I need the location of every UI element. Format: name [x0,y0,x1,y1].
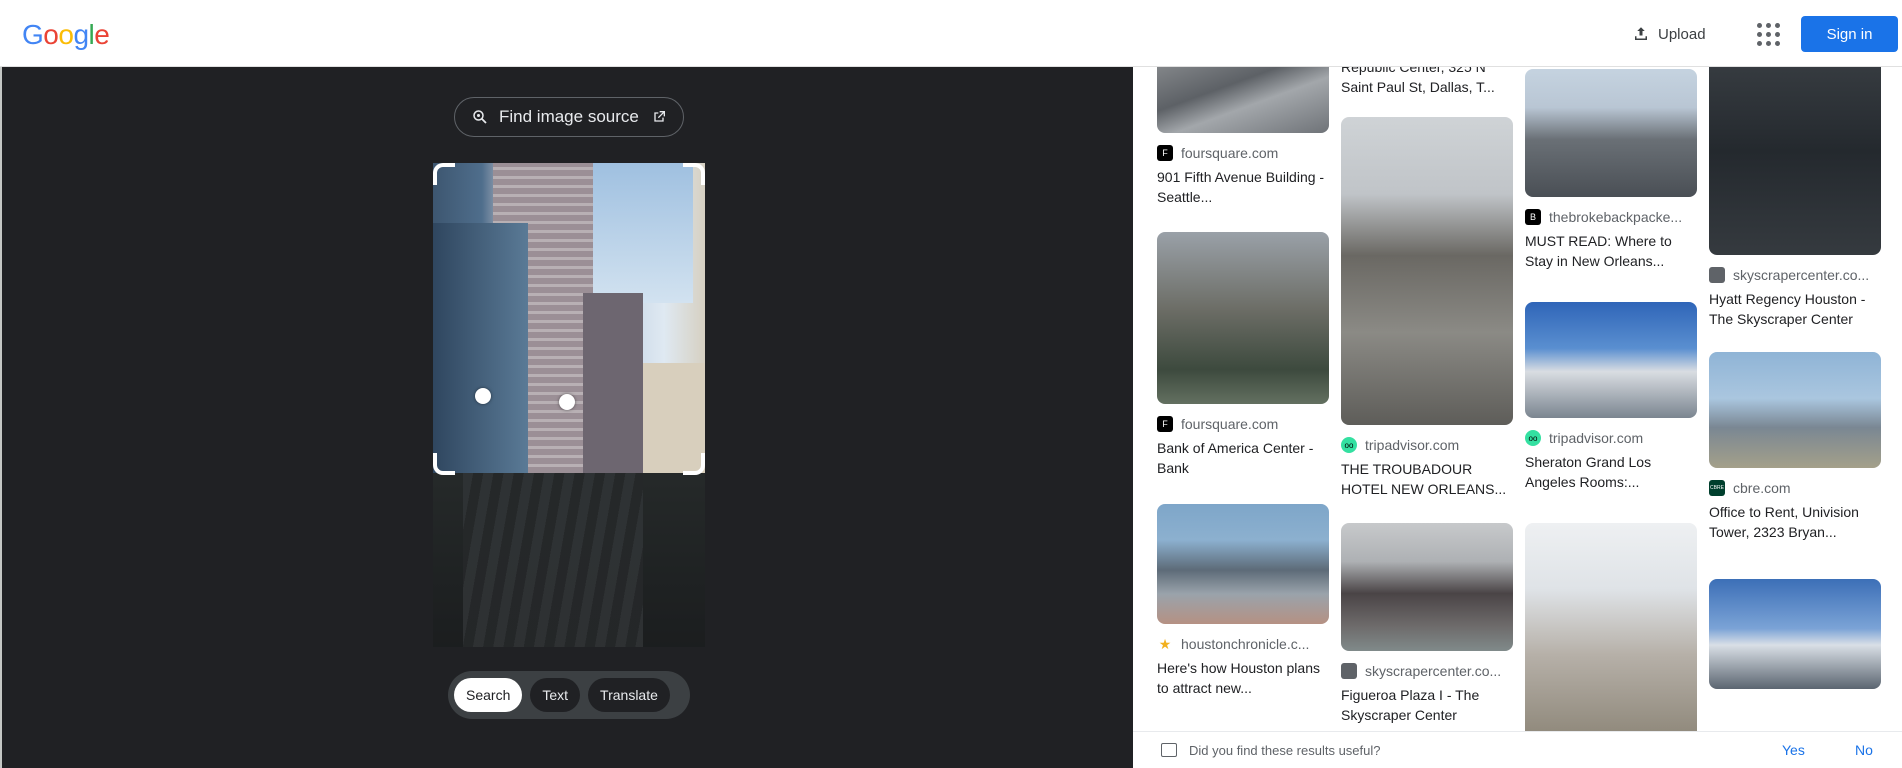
object-hotspot-dot[interactable] [559,394,575,410]
result-card[interactable]: oo tripadvisor.com Sheraton Grand Los An… [1525,302,1697,492]
object-hotspot-dot[interactable] [475,388,491,404]
skyscraper-icon [1341,663,1357,679]
result-title[interactable]: Figueroa Plaza I - The Skyscraper Center [1341,685,1513,725]
result-source[interactable]: skyscrapercenter.co... [1341,663,1513,679]
result-thumbnail[interactable] [1525,302,1697,418]
result-thumbnail[interactable] [1157,232,1329,404]
feedback-yes-button[interactable]: Yes [1782,742,1805,758]
result-thumbnail[interactable] [1525,69,1697,197]
mode-translate-tab[interactable]: Translate [588,678,670,712]
skyscraper-icon [1709,267,1725,283]
result-card[interactable]: skyscrapercenter.co... Figueroa Plaza I … [1341,523,1513,725]
result-title[interactable]: Bank of America Center - Bank [1157,438,1329,478]
result-thumbnail[interactable] [1709,67,1881,255]
result-card[interactable]: oo tripadvisor.com THE TROUBADOUR HOTEL … [1341,117,1513,499]
crop-handle-top-right[interactable] [683,163,705,185]
lens-mode-switcher: Search Text Translate [448,671,690,719]
result-title[interactable]: MUST READ: Where to Stay in New Orleans.… [1525,231,1697,271]
result-thumbnail[interactable] [1525,523,1697,743]
crop-selection-box[interactable] [433,163,705,475]
result-source-label: tripadvisor.com [1365,437,1460,453]
result-thumbnail[interactable] [1709,352,1881,468]
feedback-question: Did you find these results useful? [1189,742,1381,758]
result-title[interactable]: THE TROUBADOUR HOTEL NEW ORLEANS... [1341,459,1513,499]
image-preview-panel: Find image source Search Text Translate [0,67,1133,768]
result-source[interactable]: ★ houstonchronicle.c... [1157,636,1329,652]
result-source-label: foursquare.com [1181,416,1279,432]
mode-search-tab[interactable]: Search [454,678,523,712]
upload-label: Upload [1658,25,1706,43]
crop-handle-top-left[interactable] [433,163,455,185]
result-card[interactable]: Republic Center, 325 N Saint Paul St, Da… [1341,67,1513,97]
result-card[interactable]: CBRE cbre.com Office to Rent, Univision … [1709,352,1881,542]
result-source[interactable]: F foursquare.com [1157,145,1329,161]
brokebackpacker-icon: B [1525,209,1541,225]
result-card[interactable] [1525,523,1697,743]
logo-letter: g [73,19,89,50]
upload-icon [1635,27,1647,40]
result-card[interactable]: B thebrokebackpacke... MUST READ: Where … [1525,69,1697,271]
result-thumbnail[interactable] [1157,504,1329,624]
result-source-label: foursquare.com [1181,145,1279,161]
result-thumbnail[interactable] [1157,67,1329,133]
top-bar: Google Upload Sign in [0,0,1902,67]
crop-handle-bottom-left[interactable] [433,453,455,475]
result-card[interactable] [1709,579,1881,689]
find-image-source-button[interactable]: Find image source [454,97,684,137]
open-in-new-icon [654,111,665,122]
result-title[interactable]: 901 Fifth Avenue Building - Seattle... [1157,167,1329,207]
tripadvisor-icon: oo [1341,437,1357,453]
result-source[interactable]: CBRE cbre.com [1709,480,1881,496]
visual-matches-panel: F foursquare.com 901 Fifth Avenue Buildi… [1133,67,1902,768]
sign-in-button[interactable]: Sign in [1801,16,1898,52]
result-source-label: houstonchronicle.c... [1181,636,1310,652]
result-source-label: skyscrapercenter.co... [1733,267,1870,283]
result-card[interactable]: ★ houstonchronicle.c... Here's how Houst… [1157,504,1329,698]
result-source-label: thebrokebackpacke... [1549,209,1683,225]
result-thumbnail[interactable] [1341,523,1513,651]
result-source-label: cbre.com [1733,480,1791,496]
feedback-bar: Did you find these results useful? Yes N… [1133,731,1902,768]
result-title[interactable]: Here's how Houston plans to attract new.… [1157,658,1329,698]
star-icon: ★ [1158,636,1172,652]
result-thumbnail[interactable] [1341,117,1513,425]
cbre-icon: CBRE [1709,480,1725,496]
result-source[interactable]: F foursquare.com [1157,416,1329,432]
logo-letter: o [58,19,74,50]
foursquare-icon: F [1157,145,1173,161]
tripadvisor-icon: oo [1525,430,1541,446]
logo-letter: o [43,19,59,50]
result-card[interactable]: F foursquare.com Bank of America Center … [1157,232,1329,478]
lens-search-icon [473,110,487,124]
result-title[interactable]: Republic Center, 325 N Saint Paul St, Da… [1341,67,1513,97]
result-thumbnail[interactable] [1709,579,1881,689]
crop-handle-bottom-right[interactable] [683,453,705,475]
result-source[interactable]: B thebrokebackpacke... [1525,209,1697,225]
result-card[interactable]: skyscrapercenter.co... Hyatt Regency Hou… [1709,67,1881,329]
mode-text-tab[interactable]: Text [530,678,581,712]
find-image-source-label: Find image source [499,107,639,126]
result-title[interactable]: Hyatt Regency Houston - The Skyscraper C… [1709,289,1881,329]
result-title[interactable]: Sheraton Grand Los Angeles Rooms:... [1525,452,1697,492]
result-title[interactable]: Office to Rent, Univision Tower, 2323 Br… [1709,502,1881,542]
foursquare-icon: F [1157,416,1173,432]
google-apps-icon[interactable] [1752,18,1784,50]
feedback-icon [1161,743,1177,757]
result-source-label: tripadvisor.com [1549,430,1644,446]
logo-letter: G [22,19,44,50]
feedback-no-button[interactable]: No [1855,742,1873,758]
logo-letter: e [94,19,110,50]
result-card[interactable]: F foursquare.com 901 Fifth Avenue Buildi… [1157,67,1329,207]
result-source[interactable]: oo tripadvisor.com [1525,430,1697,446]
upload-button[interactable]: Upload [1622,17,1716,51]
result-source-label: skyscrapercenter.co... [1365,663,1502,679]
google-logo[interactable]: Google [22,19,110,51]
result-source[interactable]: oo tripadvisor.com [1341,437,1513,453]
result-source[interactable]: skyscrapercenter.co... [1709,267,1881,283]
